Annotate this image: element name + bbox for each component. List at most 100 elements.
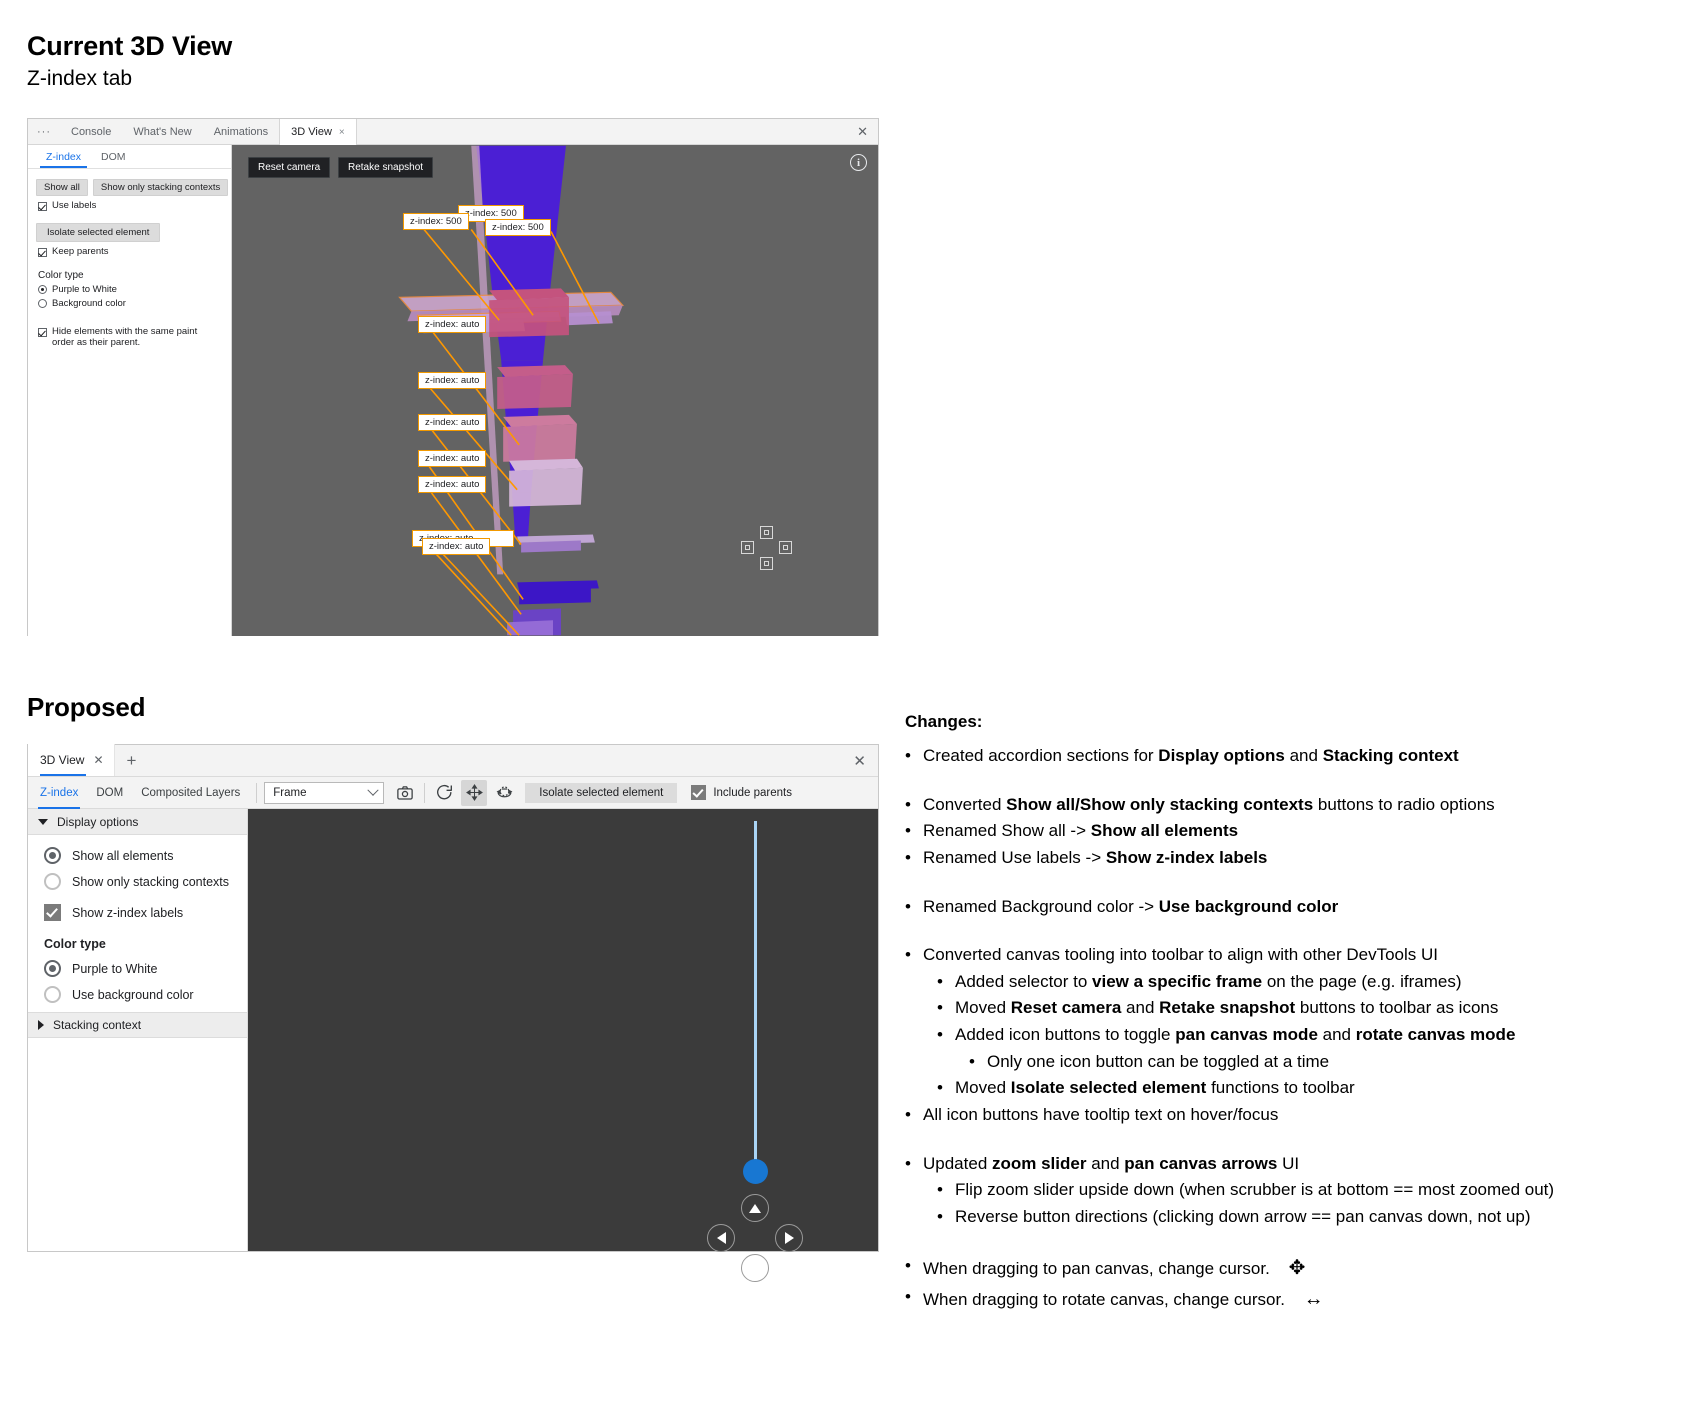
- changes-item: • Flip zoom slider upside down (when scru…: [937, 1178, 1660, 1203]
- accordion-display-options[interactable]: Display options: [28, 809, 247, 835]
- tab-console[interactable]: Console: [60, 119, 122, 144]
- pan-up-button[interactable]: [760, 526, 773, 539]
- pan-down-button[interactable]: [741, 1254, 769, 1282]
- changes-item-text: Updated zoom slider and pan canvas arrow…: [923, 1153, 1300, 1173]
- pan-right-button[interactable]: [775, 1224, 803, 1252]
- bullet-icon: •: [937, 1025, 943, 1045]
- reset-camera-button[interactable]: Reset camera: [248, 157, 331, 178]
- radio-show-only-stacking-contexts[interactable]: Show only stacking contexts: [44, 873, 247, 890]
- proposed-3d-canvas[interactable]: [248, 809, 878, 1282]
- new-tab-icon[interactable]: +: [115, 752, 149, 769]
- radio-use-background-color[interactable]: Use background color: [44, 986, 247, 1003]
- retake-snapshot-button[interactable]: Retake snapshot: [338, 157, 434, 178]
- bullet-icon: •: [905, 1286, 911, 1306]
- current-3d-canvas[interactable]: Reset camera Retake snapshot i z-index: …: [232, 145, 878, 636]
- checkbox-icon[interactable]: [38, 327, 47, 337]
- changes-item: • Renamed Background color -> Use backgro…: [905, 895, 1660, 920]
- tab-z-index[interactable]: Z-index: [28, 777, 87, 809]
- bullet-icon: •: [905, 847, 911, 867]
- bullet-icon: •: [937, 1206, 943, 1226]
- keep-parents-checkbox-row[interactable]: Keep parents: [38, 246, 223, 258]
- radio-icon[interactable]: [44, 986, 61, 1003]
- tab-3d-view[interactable]: 3D View ×: [279, 119, 357, 145]
- tab-animations[interactable]: Animations: [203, 119, 279, 144]
- subtab-dom[interactable]: DOM: [91, 145, 136, 168]
- radio-background-color[interactable]: Background color: [38, 298, 223, 310]
- radio-purple-to-white[interactable]: Purple to White: [44, 960, 247, 977]
- more-tabs-icon[interactable]: ···: [28, 119, 60, 144]
- radio-show-all-elements[interactable]: Show all elements: [44, 847, 247, 864]
- panel-close-icon[interactable]: ✕: [857, 119, 868, 144]
- checkbox-icon[interactable]: [38, 247, 47, 257]
- radio-purple-to-white[interactable]: Purple to White: [38, 284, 223, 296]
- pan-canvas-mode-button[interactable]: [461, 779, 488, 806]
- panel-close-icon[interactable]: ✕: [853, 745, 866, 776]
- reset-camera-icon-button[interactable]: [431, 780, 457, 806]
- pan-up-button[interactable]: [741, 1194, 769, 1222]
- changes-item: • Updated zoom slider and pan canvas arro…: [905, 1152, 1660, 1177]
- tab-composited-layers[interactable]: Composited Layers: [132, 777, 249, 809]
- radio-icon[interactable]: [44, 873, 61, 890]
- changes-item: • Added selector to view a specific frame…: [937, 970, 1660, 995]
- zoom-slider-thumb[interactable]: [743, 1159, 768, 1184]
- checkbox-icon[interactable]: [44, 904, 61, 921]
- checkbox-icon[interactable]: [691, 785, 707, 800]
- show-z-index-labels-label: Show z-index labels: [72, 905, 184, 920]
- toolbar-divider: [256, 782, 258, 803]
- radio-icon[interactable]: [44, 847, 61, 864]
- retake-snapshot-icon-button[interactable]: [392, 780, 418, 806]
- z-index-label: z-index: 500: [485, 219, 551, 236]
- changes-item-text: When dragging to pan canvas, change curs…: [923, 1256, 1306, 1279]
- checkbox-show-z-index-labels[interactable]: Show z-index labels: [44, 904, 247, 921]
- current-body: Z-index DOM Show all Show only stacking …: [28, 145, 878, 636]
- subtab-z-index[interactable]: Z-index: [36, 145, 91, 168]
- hide-same-paint-order-checkbox-row[interactable]: Hide elements with the same paint order …: [38, 326, 218, 350]
- current-3d-view-mock: ··· Console What's New Animations 3D Vie…: [27, 118, 879, 636]
- pan-right-button[interactable]: [779, 541, 792, 554]
- use-labels-label: Use labels: [52, 200, 97, 211]
- frame-select[interactable]: Frame: [264, 781, 385, 804]
- 3d-stack-illustration: [398, 145, 625, 636]
- changes-spacer: [905, 873, 1660, 895]
- color-type-heading: Color type: [38, 269, 84, 281]
- rotate-3d-icon: [496, 786, 513, 798]
- changes-item-text: Added icon buttons to toggle pan canvas …: [955, 1025, 1516, 1045]
- accordion-stacking-context[interactable]: Stacking context: [28, 1012, 247, 1038]
- pan-down-button[interactable]: [760, 557, 773, 570]
- changes-spacer: [905, 1130, 1660, 1152]
- changes-item-text: Renamed Show all -> Show all elements: [923, 821, 1239, 841]
- tab-3d-view-label: 3D View: [291, 126, 332, 138]
- radio-show-only-stacking-contexts-label: Show only stacking contexts: [72, 874, 230, 889]
- radio-use-background-color-label: Use background color: [72, 987, 194, 1002]
- changes-panel: Changes: • Created accordion sections for…: [905, 712, 1660, 1316]
- checkbox-icon[interactable]: [38, 202, 47, 211]
- close-icon[interactable]: ×: [339, 127, 345, 138]
- proposed-3d-view-mock: 3D View ✕ + ✕ Z-index DOM Composited Lay…: [27, 744, 879, 1282]
- pan-left-button[interactable]: [741, 541, 754, 554]
- chevron-right-icon: [38, 1020, 44, 1030]
- bullet-icon: •: [905, 1153, 911, 1173]
- radio-icon[interactable]: [38, 299, 47, 309]
- changes-item-text: When dragging to rotate canvas, change c…: [923, 1287, 1324, 1310]
- include-parents-checkbox-row[interactable]: Include parents: [691, 785, 792, 800]
- pan-left-button[interactable]: [707, 1224, 735, 1252]
- radio-icon[interactable]: [38, 285, 47, 295]
- rotate-canvas-mode-button[interactable]: [491, 780, 517, 806]
- radio-background-color-label: Background color: [52, 297, 126, 309]
- z-index-label: z-index: auto: [418, 450, 487, 467]
- close-icon[interactable]: ✕: [93, 753, 103, 767]
- isolate-selected-element-button[interactable]: Isolate selected element: [525, 782, 678, 803]
- tab-whats-new[interactable]: What's New: [122, 119, 202, 144]
- radio-icon[interactable]: [44, 960, 61, 977]
- z-index-label: z-index: auto: [418, 414, 487, 431]
- changes-list: • Created accordion sections for Display …: [905, 744, 1660, 1314]
- use-labels-checkbox-row[interactable]: Use labels: [38, 200, 223, 212]
- isolate-selected-element-button[interactable]: Isolate selected element: [36, 222, 161, 242]
- bullet-icon: •: [905, 746, 911, 765]
- show-all-button[interactable]: Show all: [36, 179, 88, 196]
- info-icon[interactable]: i: [850, 154, 867, 171]
- tab-dom[interactable]: DOM: [87, 777, 132, 809]
- zoom-slider-track[interactable]: [754, 821, 757, 1169]
- tab-3d-view[interactable]: 3D View ✕: [28, 744, 115, 776]
- show-only-stacking-contexts-button[interactable]: Show only stacking contexts: [92, 179, 229, 196]
